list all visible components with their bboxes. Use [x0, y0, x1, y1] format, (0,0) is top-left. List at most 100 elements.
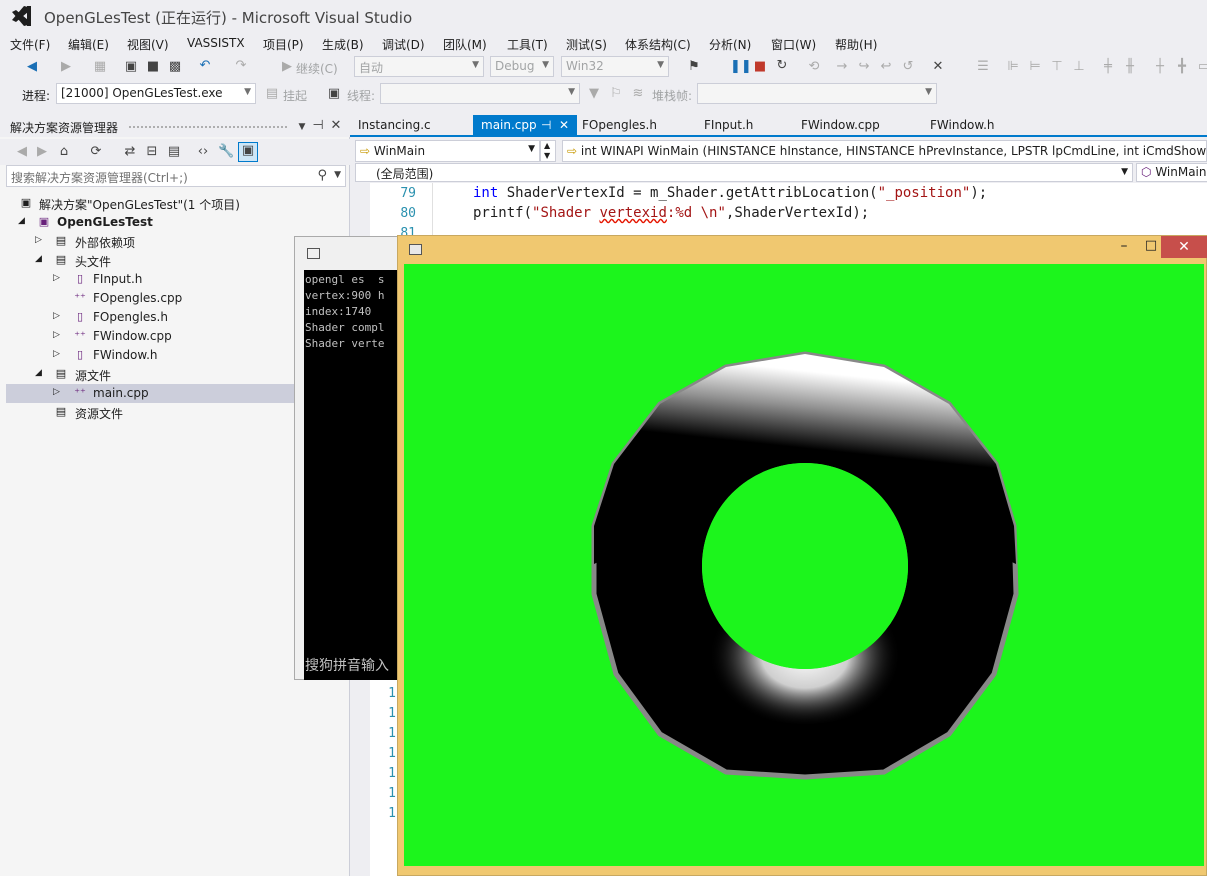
view-code-icon[interactable]: ‹› [195, 144, 211, 160]
suspend-icon[interactable]: ▤ [264, 86, 280, 102]
expand-icon[interactable]: ◢ [35, 368, 42, 378]
menu-view[interactable]: 视图(V) [127, 33, 169, 56]
show-all-files-icon[interactable]: ▤ [166, 144, 182, 160]
back-icon[interactable]: ◀ [24, 59, 40, 75]
tree-fwindow-cpp[interactable]: ▷ ⁺⁺ FWindow.cpp [6, 327, 294, 346]
menu-test[interactable]: 测试(S) [566, 33, 607, 56]
new-project-icon[interactable]: ▦ [92, 59, 108, 75]
open-file-icon[interactable]: ▣ [123, 59, 139, 75]
signature-select[interactable]: ⇨ int WINAPI WinMain (HINSTANCE hInstanc… [562, 140, 1207, 162]
global-scope-select[interactable]: (全局范围) ▼ [355, 163, 1133, 182]
center-v-icon[interactable]: ╋ [1174, 59, 1190, 75]
process-select[interactable]: [21000] OpenGLesTest.exe ▼ [56, 83, 256, 104]
collapse-icon[interactable]: ▷ [53, 349, 60, 359]
history-icon[interactable]: ⟳ [88, 144, 104, 160]
preview-icon[interactable]: ▣ [238, 142, 258, 162]
align-bottom-icon[interactable]: ⊥ [1071, 59, 1087, 75]
tree-fopengles-cpp[interactable]: ⁺⁺ FOpengles.cpp [6, 289, 294, 308]
save-icon[interactable]: ■ [145, 59, 161, 75]
menu-window[interactable]: 窗口(W) [771, 33, 816, 56]
center-h-icon[interactable]: ┼ [1152, 59, 1168, 75]
tree-fwindow-h[interactable]: ▷ ▯ FWindow.h [6, 346, 294, 365]
step-out-icon[interactable]: ↩ [878, 59, 894, 75]
tab-pin-icon[interactable]: ⊣ [541, 118, 551, 132]
menu-file[interactable]: 文件(F) [10, 33, 50, 56]
collapse-icon[interactable]: ▷ [53, 330, 60, 340]
tree-finput-h[interactable]: ▷ ▯ FInput.h [6, 270, 294, 289]
tree-solution[interactable]: ▣ 解决方案"OpenGLesTest"(1 个项目) [6, 194, 294, 213]
solution-search-input[interactable]: 搜索解决方案资源管理器(Ctrl+;) ⚲ ▼ [6, 165, 346, 187]
panel-close-icon[interactable]: ✕ [328, 118, 344, 134]
suspend-button[interactable]: 挂起 [283, 87, 307, 104]
pause-icon[interactable]: ❚❚ [730, 59, 752, 75]
maximize-button[interactable]: □ [1140, 238, 1162, 256]
menu-team[interactable]: 团队(M) [443, 33, 487, 56]
code-line-79[interactable]: int ShaderVertexId = m_Shader.getAttribL… [473, 185, 987, 201]
tab-instancing-c[interactable]: Instancing.c [350, 115, 439, 135]
pin-icon[interactable]: ⊣ [310, 118, 326, 134]
thread-icon[interactable]: ▣ [326, 86, 342, 102]
tab-fopengles-h[interactable]: FOpengles.h [574, 115, 665, 135]
code-line-80[interactable]: printf("Shader vertexid:%d \n",ShaderVer… [473, 205, 869, 221]
step-into-icon[interactable]: → [834, 59, 850, 75]
menu-build[interactable]: 生成(B) [322, 33, 364, 56]
hex-display-icon[interactable]: ✕ [930, 59, 946, 75]
menu-edit[interactable]: 编辑(E) [68, 33, 109, 56]
close-button[interactable]: ✕ [1161, 236, 1207, 258]
tab-close-icon[interactable]: ✕ [559, 118, 569, 132]
continue-icon[interactable]: ▶ [279, 59, 295, 75]
distribute-h-icon[interactable]: ╪ [1100, 59, 1116, 75]
gl-render-canvas[interactable] [404, 264, 1204, 866]
stop-icon[interactable]: ■ [752, 59, 768, 75]
sol-back-icon[interactable]: ◀ [14, 144, 30, 160]
menu-help[interactable]: 帮助(H) [835, 33, 877, 56]
attach-icon[interactable]: ⚑ [686, 59, 702, 75]
redo-icon[interactable]: ↷ [233, 58, 249, 74]
tree-fopengles-h[interactable]: ▷ ▯ FOpengles.h [6, 308, 294, 327]
tab-fwindow-h[interactable]: FWindow.h [922, 115, 1003, 135]
undo-icon[interactable]: ↶ [197, 58, 213, 74]
collapse-icon[interactable]: ▷ [53, 387, 60, 397]
flag-filter-icon[interactable]: ⚐ [608, 86, 624, 102]
continue-button[interactable]: 继续(C) [296, 60, 338, 77]
search-options-icon[interactable]: ▼ [334, 170, 341, 180]
tree-resource-files[interactable]: ▤ 资源文件 [6, 403, 294, 422]
tree-main-cpp[interactable]: ▷ ⁺⁺ main.cpp [6, 384, 294, 403]
show-next-statement-icon[interactable]: ⟲ [806, 59, 822, 75]
scope-spinner[interactable]: ▲ ▼ [540, 140, 556, 162]
align-right-icon[interactable]: ⊨ [1027, 59, 1043, 75]
filter-icon[interactable]: ▼ [586, 86, 602, 102]
solution-config-select[interactable]: 自动 ▼ [354, 56, 484, 77]
member-select[interactable]: ⬡ WinMain [1136, 163, 1207, 182]
collapse-icon[interactable]: ▷ [53, 273, 60, 283]
collapse-icon[interactable]: ▷ [53, 311, 60, 321]
tree-header-files[interactable]: ◢ ▤ 头文件 [6, 251, 294, 270]
panel-menu-icon[interactable]: ▼ [294, 119, 310, 135]
tree-project[interactable]: ◢ ▣ OpenGLesTest [6, 213, 294, 232]
sync-icon[interactable]: ⇄ [122, 144, 138, 160]
align-top-icon[interactable]: ⊤ [1049, 59, 1065, 75]
home-icon[interactable]: ⌂ [56, 144, 72, 160]
tree-source-files[interactable]: ◢ ▤ 源文件 [6, 365, 294, 384]
expand-icon[interactable]: ◢ [35, 254, 42, 264]
menu-project[interactable]: 项目(P) [263, 33, 304, 56]
opengl-window[interactable]: – □ ✕ [397, 235, 1207, 876]
thread-filter-icon[interactable]: ≋ [630, 86, 646, 102]
collapse-all-icon[interactable]: ⊟ [144, 144, 160, 160]
tab-fwindow-cpp[interactable]: FWindow.cpp [793, 115, 888, 135]
menu-tools[interactable]: 工具(T) [507, 33, 548, 56]
menu-analyze[interactable]: 分析(N) [709, 33, 751, 56]
search-icon[interactable]: ⚲ [317, 168, 327, 183]
forward-icon[interactable]: ▶ [58, 59, 74, 75]
refresh-icon[interactable]: ↺ [900, 59, 916, 75]
align-left-icon[interactable]: ⊫ [1005, 59, 1021, 75]
thread-select[interactable]: ▼ [380, 83, 580, 104]
panel-grip[interactable] [128, 125, 288, 129]
menu-vassistx[interactable]: VASSISTX [187, 33, 245, 53]
tab-finput-h[interactable]: FInput.h [696, 115, 761, 135]
build-config-select[interactable]: Debug ▼ [490, 56, 554, 77]
properties-icon[interactable]: 🔧 [218, 144, 234, 160]
tab-main-cpp[interactable]: main.cpp ⊣ ✕ [473, 115, 577, 135]
expand-icon[interactable]: ◢ [18, 216, 25, 226]
size-icon[interactable]: ▭ [1196, 59, 1207, 75]
